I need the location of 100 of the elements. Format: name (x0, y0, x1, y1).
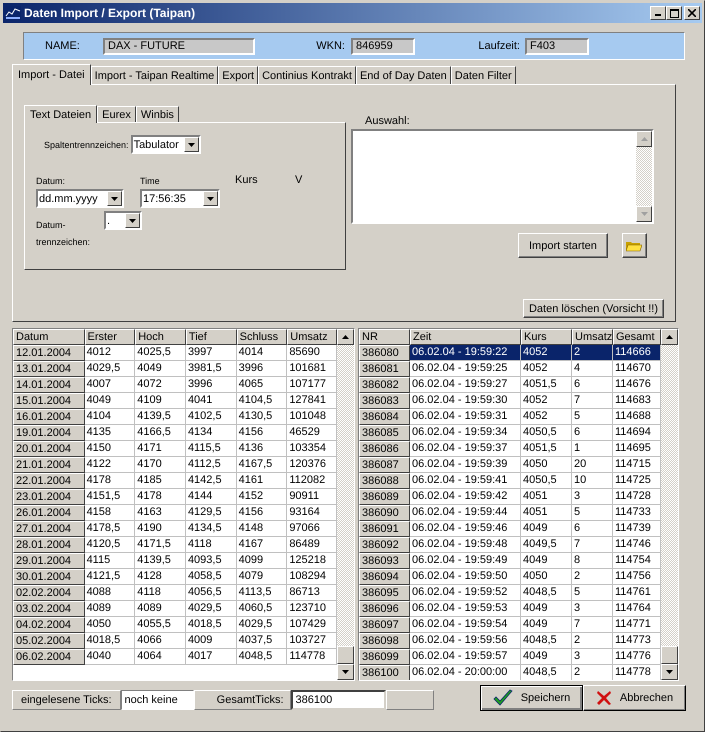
scroll-down-button[interactable] (636, 206, 652, 222)
table-cell: 4017 (186, 649, 237, 665)
table-cell: 125218 (287, 553, 337, 569)
close-icon (688, 9, 696, 17)
table-cell: 06.02.04 - 19:59:49 (410, 553, 521, 569)
scroll-up-button[interactable] (636, 131, 652, 147)
close-button[interactable] (684, 6, 700, 20)
dropdown[interactable]: Tabulator (130, 135, 201, 154)
column-label: Kurs (235, 174, 259, 186)
table-cell: 4058,5 (186, 569, 237, 585)
table-cell: 114676 (613, 377, 661, 393)
down-arrow-icon (640, 212, 648, 216)
table-cell: 3 (572, 601, 613, 617)
dropdown[interactable]: 17:56:35 (140, 189, 220, 208)
scroll-up-button[interactable] (661, 329, 678, 345)
column-header[interactable]: Tief (186, 329, 237, 345)
table-cell: 4115,5 (186, 441, 237, 457)
status-panel (386, 690, 434, 710)
table-cell: 06.02.04 - 19:59:39 (410, 457, 521, 473)
table-cell: 4 (572, 361, 613, 377)
table-cell: 6 (572, 425, 613, 441)
row-header-cell: 386084 (359, 409, 410, 425)
tab[interactable]: Winbis (136, 106, 179, 122)
tab[interactable]: Import - Taipan Realtime (90, 66, 218, 84)
column-header[interactable]: Umsatz (572, 329, 613, 345)
table-cell: 4135 (84, 425, 136, 441)
table-cell: 06.02.04 - 19:59:41 (410, 473, 521, 489)
tab[interactable]: Daten Filter (450, 66, 516, 84)
table-cell: 4099 (236, 553, 288, 569)
table-cell: 4150 (84, 441, 136, 457)
table-cell: 2 (572, 345, 613, 361)
table-cell: 4144 (186, 489, 237, 505)
table-cell: 112082 (287, 473, 337, 489)
row-header-cell: 386080 (359, 345, 410, 361)
table-cell: 114773 (613, 633, 661, 649)
dropdown[interactable]: . (104, 211, 142, 230)
column-header[interactable]: Kurs (521, 329, 572, 345)
tab[interactable]: End of Day Daten (356, 66, 451, 84)
checkmark-icon (492, 689, 513, 707)
scroll-up-button[interactable] (337, 329, 354, 345)
row-header-cell: 386083 (359, 393, 410, 409)
scrollbar-thumb[interactable] (337, 646, 354, 664)
column-header[interactable]: Zeit (410, 329, 521, 345)
table-cell: 4089 (84, 601, 136, 617)
tab[interactable]: Continius Kontrakt (258, 66, 356, 84)
import-button[interactable]: Import starten (518, 233, 608, 258)
scroll-down-button[interactable] (661, 664, 678, 680)
table-cell: 4089 (135, 601, 186, 617)
table-cell: 3 (572, 649, 613, 665)
column-header[interactable]: Gesamt (613, 329, 661, 345)
list-box[interactable] (351, 129, 654, 224)
table-cell: 4109 (135, 393, 186, 409)
column-header[interactable]: Umsatz (287, 329, 337, 345)
column-header[interactable]: Datum (13, 329, 85, 345)
table-cell: 3 (572, 489, 613, 505)
table-cell: 06.02.04 - 19:59:46 (410, 521, 521, 537)
maximize-button[interactable] (666, 6, 682, 20)
table-cell: 4064 (135, 649, 186, 665)
table-cell: 4052 (521, 361, 572, 377)
scrollbar-thumb[interactable] (661, 646, 678, 664)
save-button[interactable]: Speichern (480, 685, 583, 711)
tab[interactable]: Text Dateien (24, 105, 98, 123)
table-cell: 06.02.04 - 19:59:48 (410, 537, 521, 553)
column-header[interactable]: Erster (84, 329, 136, 345)
table-cell: 103727 (287, 633, 337, 649)
table-cell: 85690 (287, 345, 337, 361)
scrollbar[interactable] (636, 131, 652, 222)
cancel-button[interactable]: Abbrechen (583, 685, 686, 711)
table-cell: 4049 (521, 649, 572, 665)
table-cell: 114695 (613, 441, 661, 457)
caret-icon (207, 196, 214, 200)
table-cell: 114778 (613, 665, 661, 680)
table-cell: 4093,5 (186, 553, 237, 569)
column-header[interactable]: Schluss (236, 329, 288, 345)
dropdown[interactable]: dd.mm.yyyy (36, 189, 124, 208)
tab[interactable]: Export (218, 66, 258, 84)
table-cell: 4130,5 (236, 409, 288, 425)
table-cell: 4156 (236, 425, 288, 441)
table-cell: 4139,5 (135, 409, 186, 425)
tab[interactable]: Eurex (97, 106, 136, 122)
table-cell: 06.02.04 - 19:59:56 (410, 633, 521, 649)
open-folder-button[interactable] (622, 233, 647, 258)
table-cell: 114739 (613, 521, 661, 537)
column-header[interactable]: Hoch (135, 329, 186, 345)
table-cell: 4167 (236, 537, 288, 553)
delete-data-button[interactable]: Daten löschen (Vorsicht !!) (522, 299, 664, 318)
table-cell: 4049,5 (521, 537, 572, 553)
field-label: Time (140, 176, 161, 186)
scroll-down-button[interactable] (337, 664, 354, 680)
table-cell: 114761 (613, 585, 661, 601)
column-header[interactable]: NR (359, 329, 410, 345)
tab[interactable]: Import - Datei (12, 64, 91, 85)
minimize-button[interactable] (650, 6, 666, 20)
row-header-cell: 386088 (359, 473, 410, 489)
table-cell: 4049 (84, 393, 136, 409)
table-cell: 114666 (613, 345, 661, 361)
row-header-cell: 16.01.2004 (13, 409, 85, 425)
up-arrow-icon (640, 137, 648, 141)
row-header-cell: 386082 (359, 377, 410, 393)
table-cell: 4120,5 (84, 537, 136, 553)
